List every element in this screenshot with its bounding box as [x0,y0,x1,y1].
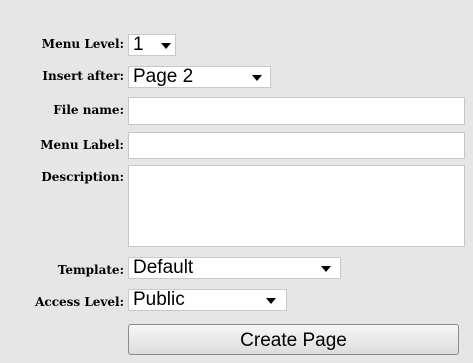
insert-after-label: Insert after: [42,69,124,83]
file-name-field[interactable] [128,97,465,125]
template-select[interactable]: Default [128,257,341,279]
chevron-down-icon [161,43,171,49]
description-textarea[interactable] [128,165,465,247]
chevron-down-icon [266,298,276,304]
insert-after-select[interactable]: Page 2 [128,66,271,88]
menu-level-label: Menu Level: [41,37,124,51]
menu-level-value: 1 [133,34,144,55]
template-label: Template: [57,263,124,277]
file-name-label: File name: [53,103,124,117]
create-page-button[interactable]: Create Page [128,324,459,355]
insert-after-value: Page 2 [133,66,194,87]
menu-label-field[interactable] [128,132,465,159]
template-value: Default [133,257,194,278]
access-level-select[interactable]: Public [128,289,287,311]
access-level-value: Public [133,289,185,310]
access-level-label: Access Level: [35,295,124,309]
menu-level-select[interactable]: 1 [128,34,176,56]
description-label: Description: [41,170,124,184]
chevron-down-icon [252,75,262,81]
menu-label-label: Menu Label: [40,138,124,152]
chevron-down-icon [321,266,331,272]
create-page-form: Menu Level: 1 Insert after: Page 2 File … [0,0,473,363]
